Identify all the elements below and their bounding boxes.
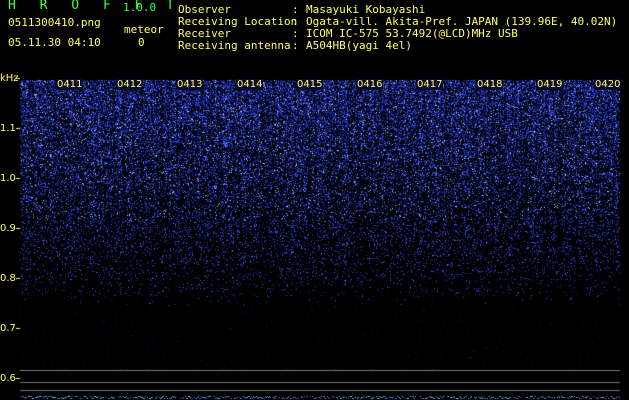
time-tick-label: 0420 — [594, 79, 622, 90]
antenna-value: A504HB(yagi 4el) — [306, 39, 412, 52]
app-version: 1.0.0 — [123, 1, 157, 14]
time-tick-label: 0411 — [56, 79, 84, 90]
timestamp: 05.11.30 04:10 — [8, 36, 101, 49]
meteor-count: 0 — [138, 36, 145, 49]
time-tick-label: 0419 — [536, 79, 564, 90]
time-tick-label: 0413 — [176, 79, 204, 90]
y-tick-label: 0.8 — [0, 273, 16, 284]
meteor-label: meteor — [124, 23, 164, 36]
time-tick-label: 0412 — [116, 79, 144, 90]
time-tick-label: 0415 — [296, 79, 324, 90]
y-axis-unit: kHz — [0, 73, 19, 84]
antenna-label: Receiving antenna — [178, 39, 291, 52]
y-tick-label: 0.6 — [0, 373, 16, 384]
time-tick-label: 0417 — [416, 79, 444, 90]
y-tick-label: 0.9 — [0, 223, 16, 234]
antenna-sep: : — [292, 39, 299, 52]
y-tick-label: 1.0 — [0, 173, 16, 184]
time-tick-label: 0416 — [356, 79, 384, 90]
y-tick-label: 1.1 — [0, 123, 16, 134]
file-name: 0511300410.png — [8, 16, 101, 29]
y-tick-label: 0.7 — [0, 323, 16, 334]
time-tick-label: 0414 — [236, 79, 264, 90]
time-tick-label: 0418 — [476, 79, 504, 90]
spectrogram-canvas — [0, 60, 629, 400]
